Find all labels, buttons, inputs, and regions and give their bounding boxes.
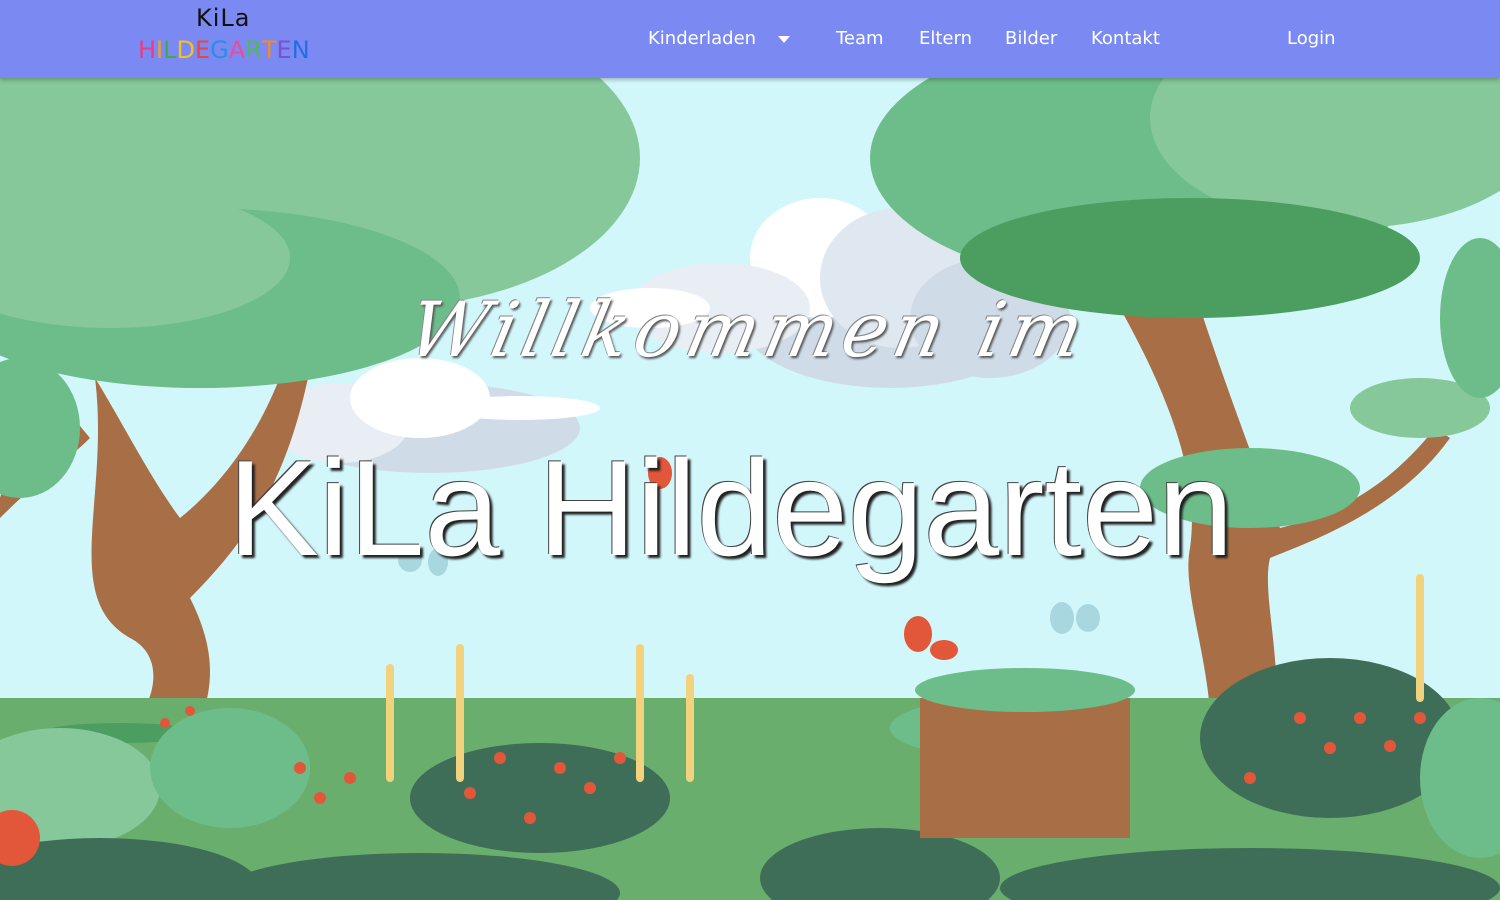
navbar: KiLa HILDEGARTEN Kinderladen Team Eltern…: [0, 0, 1500, 78]
nav-bilder[interactable]: Bilder: [1005, 28, 1057, 50]
welcome-text: Willkommen im: [400, 285, 1098, 374]
nav-team[interactable]: Team: [836, 28, 884, 50]
logo-letter: R: [245, 36, 262, 64]
logo-letter: E: [194, 36, 211, 64]
tree-stump: [915, 668, 1135, 838]
logo-letter: T: [261, 36, 277, 64]
nav-kinderladen[interactable]: Kinderladen: [648, 28, 756, 50]
hero-title: KiLa Hildegarten: [228, 432, 1234, 584]
logo-top-text: KiLa: [196, 4, 251, 32]
caret-down-icon[interactable]: [778, 36, 790, 43]
logo-letter: A: [228, 36, 246, 64]
hero-section: Willkommen im KiLa Hildegarten: [0, 78, 1500, 900]
logo-letter: L: [163, 36, 177, 64]
logo-letter: E: [276, 36, 292, 64]
logo[interactable]: KiLa HILDEGARTEN: [138, 4, 328, 66]
nav-login[interactable]: Login: [1287, 28, 1336, 50]
logo-letter: G: [210, 36, 229, 64]
logo-letter: H: [138, 36, 157, 64]
logo-letter: D: [176, 36, 195, 64]
nav-eltern[interactable]: Eltern: [919, 28, 972, 50]
logo-bottom-text: HILDEGARTEN: [138, 36, 310, 64]
nav-kontakt[interactable]: Kontakt: [1091, 28, 1160, 50]
logo-letter: N: [291, 36, 310, 64]
logo-letter: I: [156, 36, 164, 64]
